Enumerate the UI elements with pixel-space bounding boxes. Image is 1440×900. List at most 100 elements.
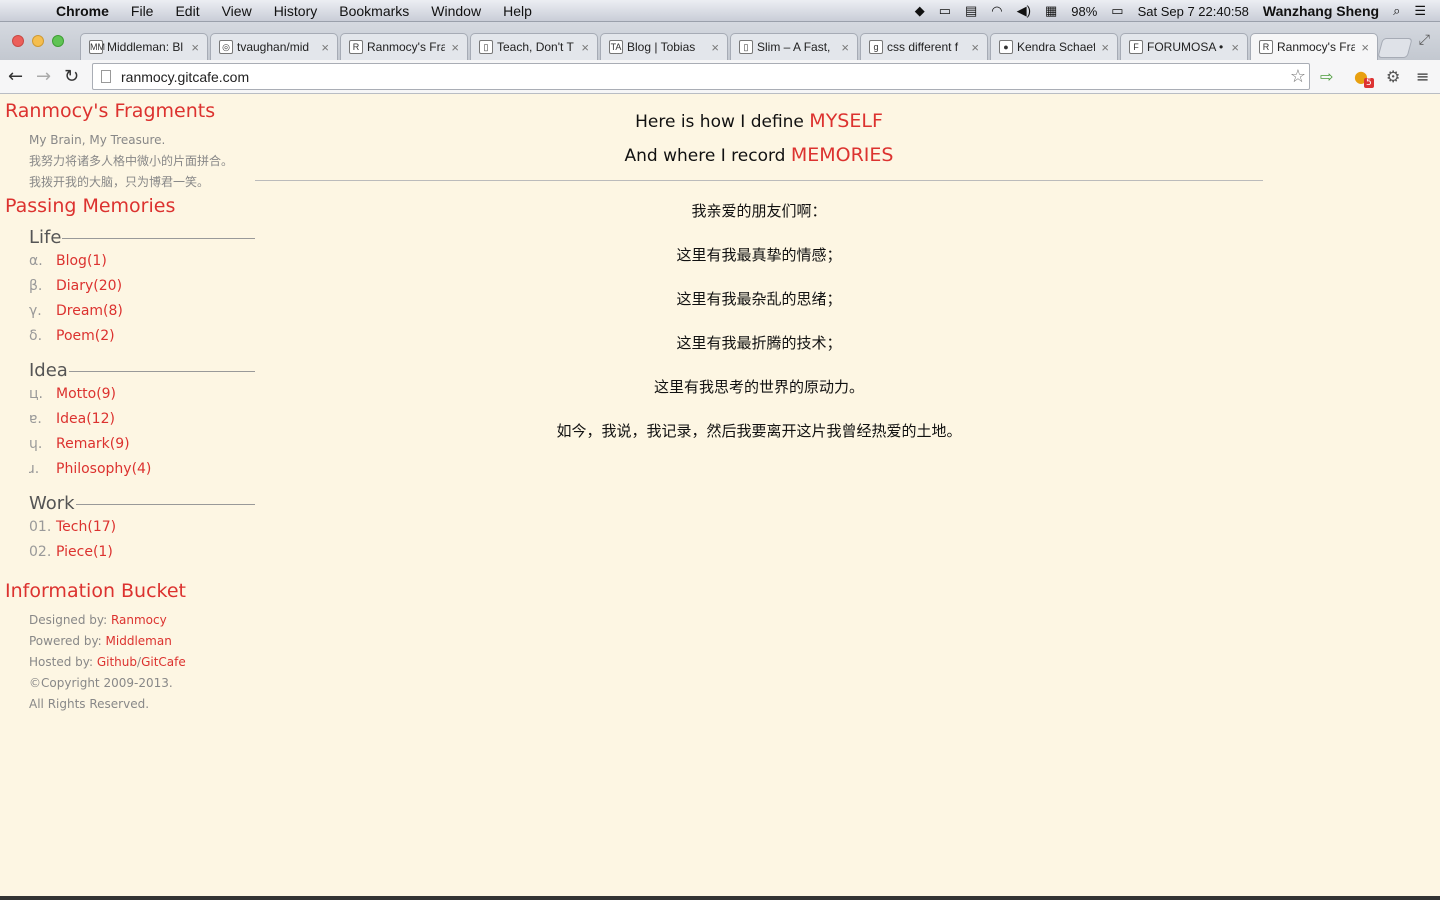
- minimize-window-button[interactable]: [32, 35, 44, 47]
- category-link[interactable]: Remark(9): [56, 436, 130, 452]
- spotlight-icon[interactable]: ⌕: [1393, 3, 1400, 19]
- menu-bookmarks[interactable]: Bookmarks: [339, 3, 409, 19]
- category-item[interactable]: ц. Motto(9): [29, 381, 255, 406]
- tab-label: Slim – A Fast,: [757, 40, 831, 54]
- tab-close-icon[interactable]: ×: [1361, 40, 1369, 55]
- memories-link[interactable]: MEMORIES: [791, 144, 894, 166]
- category-link[interactable]: Philosophy(4): [56, 461, 151, 477]
- macos-menubar: Chrome File Edit View History Bookmarks …: [0, 0, 1440, 22]
- airplay-icon[interactable]: ▭: [939, 3, 951, 19]
- tab-css[interactable]: g css different f ×: [860, 33, 988, 60]
- category-marker: γ.: [29, 302, 42, 319]
- battery-status[interactable]: 98%: [1071, 4, 1097, 19]
- category-link[interactable]: Idea(12): [56, 411, 115, 427]
- tab-ranmocy-active[interactable]: R Ranmocy's Fra ×: [1250, 33, 1378, 60]
- category-marker: ɐ.: [29, 410, 42, 427]
- category-link[interactable]: Tech(17): [56, 519, 116, 535]
- category-item[interactable]: δ. Poem(2): [29, 323, 255, 348]
- new-tab-button[interactable]: [1377, 38, 1413, 58]
- keyboard-icon[interactable]: ▤: [965, 3, 977, 19]
- category-item[interactable]: 02. Piece(1): [29, 539, 255, 564]
- powered-by-label: Powered by:: [29, 634, 106, 648]
- tab-label: Blog | Tobias: [627, 40, 696, 54]
- tab-tvaughan[interactable]: ◎ tvaughan/mid ×: [210, 33, 338, 60]
- flag-icon[interactable]: ▦: [1045, 3, 1057, 19]
- fullscreen-icon[interactable]: ⤢: [1419, 32, 1430, 48]
- tab-close-icon[interactable]: ×: [581, 40, 589, 55]
- user-name[interactable]: Wanzhang Sheng: [1263, 3, 1379, 19]
- tab-close-icon[interactable]: ×: [191, 40, 199, 55]
- middleman-link[interactable]: Middleman: [106, 634, 172, 648]
- tab-close-icon[interactable]: ×: [321, 40, 329, 55]
- dropbox-icon[interactable]: ◆: [915, 3, 925, 19]
- back-arrow-icon[interactable]: ←: [8, 66, 23, 87]
- address-bar[interactable]: ranmocy.gitcafe.com ☆: [92, 63, 1310, 90]
- copyright-text: ©Copyright 2009-2013.: [29, 676, 173, 690]
- category-item[interactable]: β. Diary(20): [29, 273, 255, 298]
- menu-view[interactable]: View: [222, 3, 252, 19]
- fragments-title[interactable]: Ranmocy's Fragments: [5, 100, 255, 122]
- tab-close-icon[interactable]: ×: [711, 40, 719, 55]
- forward-arrow-icon[interactable]: →: [36, 66, 51, 87]
- category-link[interactable]: Dream(8): [56, 303, 123, 319]
- menu-edit[interactable]: Edit: [175, 3, 199, 19]
- category-link[interactable]: Diary(20): [56, 278, 122, 294]
- category-item[interactable]: ɹ. Philosophy(4): [29, 456, 255, 481]
- wifi-icon[interactable]: ◠: [991, 3, 1002, 19]
- tab-label: css different f: [887, 40, 959, 54]
- tab-close-icon[interactable]: ×: [1231, 40, 1239, 55]
- tab-forumosa[interactable]: F FORUMOSA • ×: [1120, 33, 1248, 60]
- category-item[interactable]: α. Blog(1): [29, 248, 255, 273]
- zoom-window-button[interactable]: [52, 35, 64, 47]
- fragments-line: 我努力将诸多人格中微小的片面拼合。: [29, 154, 234, 168]
- menu-window[interactable]: Window: [431, 3, 481, 19]
- category-marker: ɥ.: [29, 435, 43, 452]
- group-divider: [75, 504, 255, 505]
- tab-tobias[interactable]: TA Blog | Tobias ×: [600, 33, 728, 60]
- page-content: Ranmocy's Fragments My Brain, My Treasur…: [0, 94, 1440, 896]
- clock[interactable]: Sat Sep 7 22:40:58: [1138, 4, 1249, 19]
- menu-history[interactable]: History: [274, 3, 318, 19]
- tab-close-icon[interactable]: ×: [451, 40, 459, 55]
- group-name: Work: [29, 493, 75, 514]
- menu-file[interactable]: File: [131, 3, 154, 19]
- designer-link[interactable]: Ranmocy: [111, 613, 167, 627]
- reload-icon[interactable]: ↻: [64, 66, 79, 87]
- category-item[interactable]: ɐ. Idea(12): [29, 406, 255, 431]
- intro-paragraph: 这里有我思考的世界的原动力。: [653, 378, 864, 396]
- menu-help[interactable]: Help: [503, 3, 532, 19]
- gitcafe-link[interactable]: GitCafe: [141, 655, 186, 669]
- tab-kendra[interactable]: ● Kendra Schaef ×: [990, 33, 1118, 60]
- divider: [255, 180, 1263, 181]
- extension-wrench-icon[interactable]: ⚙: [1386, 67, 1400, 86]
- notification-center-icon[interactable]: ☰: [1414, 3, 1426, 19]
- tab-close-icon[interactable]: ×: [841, 40, 849, 55]
- url-text[interactable]: ranmocy.gitcafe.com: [121, 69, 249, 85]
- menu-app-chrome[interactable]: Chrome: [56, 3, 109, 19]
- chrome-menu-icon[interactable]: ≡: [1416, 67, 1429, 86]
- tab-close-icon[interactable]: ×: [1101, 40, 1109, 55]
- category-item[interactable]: ɥ. Remark(9): [29, 431, 255, 456]
- myself-link[interactable]: MYSELF: [809, 110, 883, 132]
- tab-favicon-icon: g: [869, 40, 883, 54]
- powered-by-line: Powered by: Middleman: [5, 631, 255, 652]
- tab-close-icon[interactable]: ×: [971, 40, 979, 55]
- category-link[interactable]: Piece(1): [56, 544, 113, 560]
- category-link[interactable]: Blog(1): [56, 253, 107, 269]
- tab-label: Ranmocy's Fra: [367, 40, 446, 54]
- category-link[interactable]: Motto(9): [56, 386, 116, 402]
- tab-slim[interactable]: ▯ Slim – A Fast, ×: [730, 33, 858, 60]
- github-link[interactable]: Github: [97, 655, 137, 669]
- close-window-button[interactable]: [12, 35, 24, 47]
- tab-favicon-icon: R: [349, 40, 363, 54]
- category-item[interactable]: γ. Dream(8): [29, 298, 255, 323]
- bookmark-star-icon[interactable]: ☆: [1290, 66, 1306, 87]
- tab-middleman[interactable]: MM Middleman: Bl ×: [80, 33, 208, 60]
- tab-label: Ranmocy's Fra: [1277, 40, 1356, 54]
- category-link[interactable]: Poem(2): [56, 328, 115, 344]
- volume-icon[interactable]: ◀): [1017, 3, 1031, 19]
- category-item[interactable]: 01. Tech(17): [29, 514, 255, 539]
- tab-teach[interactable]: ▯ Teach, Don't T ×: [470, 33, 598, 60]
- extension-feed-icon[interactable]: ⇨: [1320, 67, 1333, 86]
- tab-ranmocy-1[interactable]: R Ranmocy's Fra ×: [340, 33, 468, 60]
